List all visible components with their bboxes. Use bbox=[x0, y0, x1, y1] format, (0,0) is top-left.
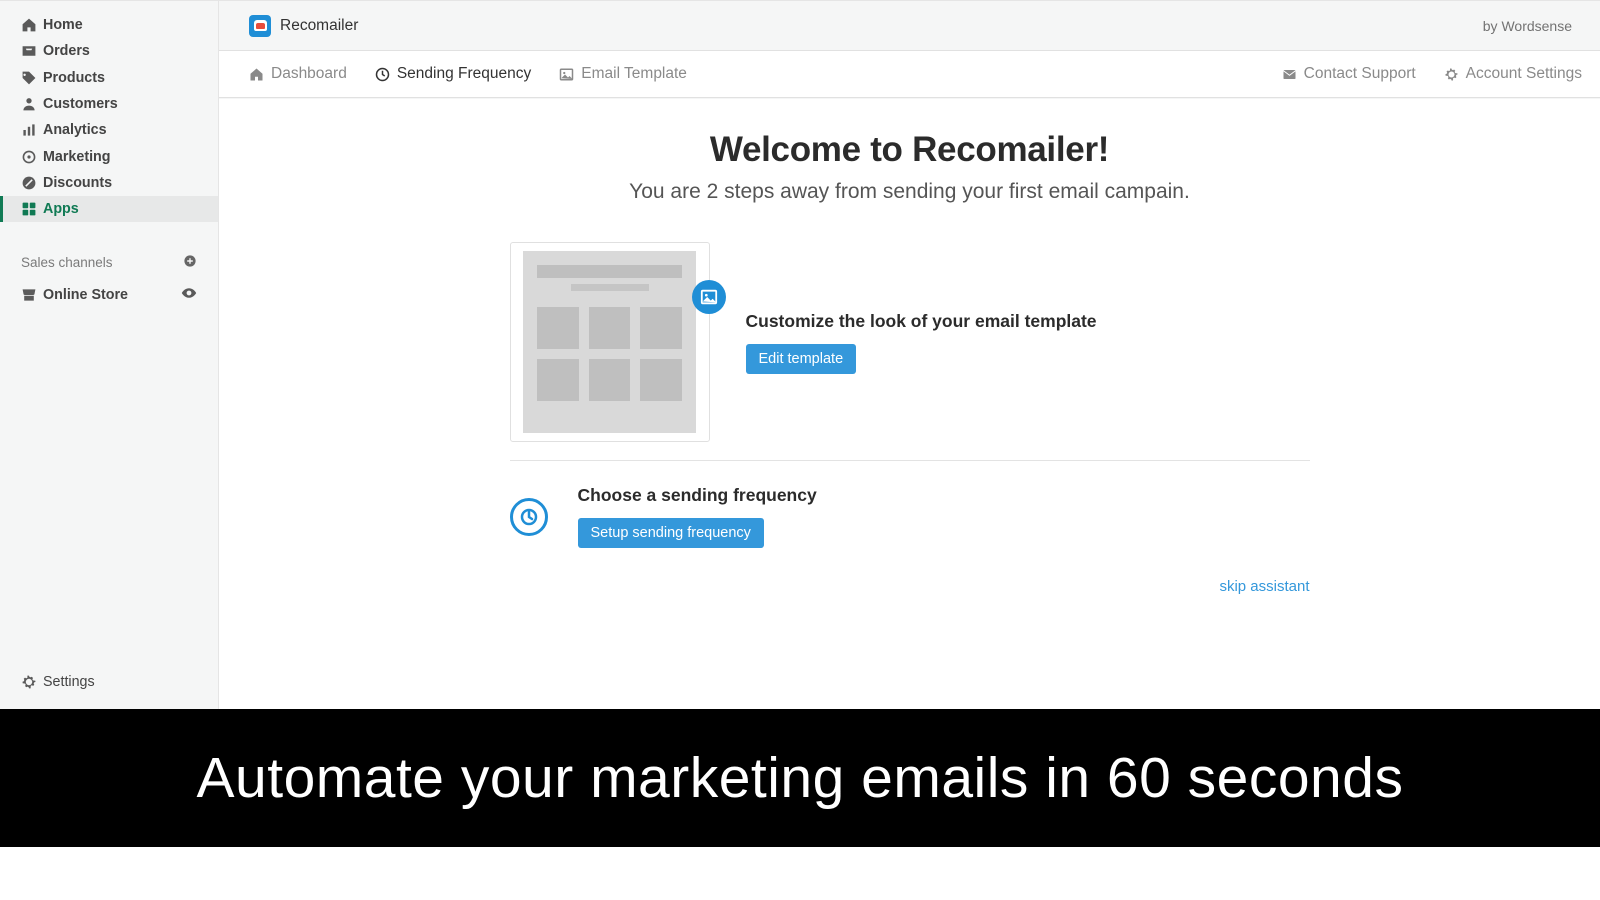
app-name: Recomailer bbox=[280, 17, 358, 35]
tab-label: Dashboard bbox=[271, 65, 347, 83]
main: Recomailer by Wordsense Dashboard Sendin… bbox=[218, 0, 1600, 709]
welcome-title: Welcome to Recomailer! bbox=[219, 130, 1600, 170]
template-preview bbox=[510, 242, 710, 442]
analytics-icon bbox=[21, 122, 43, 138]
sidebar-item-discounts[interactable]: Discounts bbox=[0, 170, 218, 196]
tab-label: Account Settings bbox=[1466, 65, 1582, 83]
gear-icon bbox=[1444, 67, 1459, 82]
app-brand: Recomailer bbox=[249, 15, 358, 37]
sidebar-bottom: Settings bbox=[0, 669, 218, 695]
content: Welcome to Recomailer! You are 2 steps a… bbox=[219, 99, 1600, 709]
welcome-block: Welcome to Recomailer! You are 2 steps a… bbox=[219, 130, 1600, 204]
welcome-subtitle: You are 2 steps away from sending your f… bbox=[219, 180, 1600, 204]
channels-header-label: Sales channels bbox=[21, 255, 113, 270]
skip-assistant-link[interactable]: skip assistant bbox=[1219, 578, 1309, 595]
step-title: Customize the look of your email templat… bbox=[746, 311, 1097, 332]
app-header: Recomailer by Wordsense bbox=[219, 1, 1600, 51]
megaphone-icon bbox=[21, 149, 43, 165]
step-frequency: Choose a sending frequency Setup sending… bbox=[510, 479, 1310, 566]
channel-label: Online Store bbox=[43, 287, 128, 303]
tab-label: Sending Frequency bbox=[397, 65, 531, 83]
tab-sending-frequency[interactable]: Sending Frequency bbox=[375, 65, 531, 83]
sidebar-item-label: Marketing bbox=[43, 149, 111, 165]
tab-label: Email Template bbox=[581, 65, 687, 83]
sidebar-item-label: Products bbox=[43, 70, 105, 86]
eye-icon[interactable] bbox=[181, 285, 197, 305]
image-icon bbox=[692, 280, 726, 314]
inbox-icon bbox=[21, 43, 43, 59]
sidebar-item-label: Home bbox=[43, 17, 83, 33]
sidebar-item-label: Apps bbox=[43, 201, 79, 217]
discount-icon bbox=[21, 175, 43, 191]
home-icon bbox=[249, 67, 264, 82]
apps-icon bbox=[21, 201, 43, 217]
app-logo-icon bbox=[249, 15, 271, 37]
store-icon bbox=[21, 287, 43, 303]
sidebar-item-label: Analytics bbox=[43, 122, 107, 138]
sidebar-item-orders[interactable]: Orders bbox=[0, 38, 218, 64]
user-icon bbox=[21, 96, 43, 112]
sidebar-item-customers[interactable]: Customers bbox=[0, 91, 218, 117]
sidebar-channel-onlinestore[interactable]: Online Store bbox=[0, 281, 218, 307]
sidebar-item-settings[interactable]: Settings bbox=[0, 669, 218, 695]
home-icon bbox=[21, 17, 43, 33]
sidebar-item-apps[interactable]: Apps bbox=[0, 196, 218, 222]
sidebar-item-label: Discounts bbox=[43, 175, 112, 191]
app-vendor: by Wordsense bbox=[1483, 18, 1572, 34]
image-icon bbox=[559, 67, 574, 82]
sidebar-item-label: Orders bbox=[43, 43, 90, 59]
sidebar-item-label: Customers bbox=[43, 96, 118, 112]
plus-icon[interactable] bbox=[183, 254, 197, 271]
settings-label: Settings bbox=[43, 674, 95, 690]
sidebar-section-channels: Sales channels bbox=[0, 254, 218, 271]
step-customize: Customize the look of your email templat… bbox=[510, 242, 1310, 460]
steps: Customize the look of your email templat… bbox=[510, 242, 1310, 596]
sidebar: Home Orders Products Customers Analytics… bbox=[0, 0, 218, 709]
sidebar-item-analytics[interactable]: Analytics bbox=[0, 117, 218, 143]
step-title: Choose a sending frequency bbox=[578, 485, 817, 506]
gear-icon bbox=[21, 674, 43, 690]
edit-template-button[interactable]: Edit template bbox=[746, 344, 857, 374]
divider bbox=[510, 460, 1310, 461]
tag-icon bbox=[21, 70, 43, 86]
setup-sending-frequency-button[interactable]: Setup sending frequency bbox=[578, 518, 764, 548]
footer-caption: Automate your marketing emails in 60 sec… bbox=[0, 709, 1600, 847]
sidebar-item-products[interactable]: Products bbox=[0, 65, 218, 91]
tab-email-template[interactable]: Email Template bbox=[559, 65, 687, 83]
tab-label: Contact Support bbox=[1304, 65, 1416, 83]
tab-account-settings[interactable]: Account Settings bbox=[1444, 65, 1582, 83]
tab-dashboard[interactable]: Dashboard bbox=[249, 65, 347, 83]
envelope-icon bbox=[1282, 67, 1297, 82]
clock-icon bbox=[510, 498, 548, 536]
tabbar: Dashboard Sending Frequency Email Templa… bbox=[219, 51, 1600, 98]
tab-contact-support[interactable]: Contact Support bbox=[1282, 65, 1416, 83]
sidebar-item-marketing[interactable]: Marketing bbox=[0, 143, 218, 169]
clock-icon bbox=[375, 67, 390, 82]
sidebar-item-home[interactable]: Home bbox=[0, 12, 218, 38]
footer-caption-text: Automate your marketing emails in 60 sec… bbox=[197, 745, 1404, 811]
